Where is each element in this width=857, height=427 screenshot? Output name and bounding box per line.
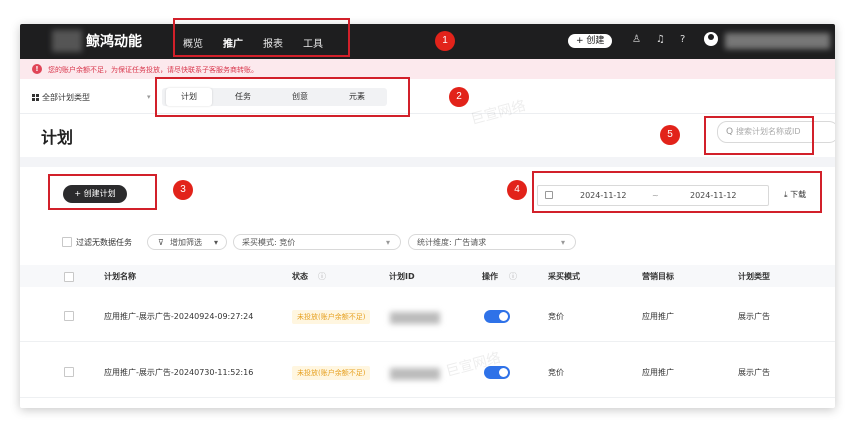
status-badge: 未投放(账户余额不足) [292, 366, 371, 380]
chevron-down-icon: ▾ [385, 238, 390, 247]
annotation-badge-5: 5 [660, 125, 680, 145]
filter-icon: ⊽ [158, 238, 164, 247]
col-plan-id[interactable]: 计划ID [389, 271, 415, 282]
page-title: 计划 [41, 128, 74, 147]
annotation-badge-2: 2 [449, 87, 469, 107]
caret-down-icon: ▾ [214, 238, 219, 247]
bulb-icon[interactable]: ♙ [632, 34, 641, 45]
chevron-down-icon: ▾ [560, 238, 565, 247]
highlight-box-nav [173, 18, 350, 57]
plan-id [390, 312, 440, 324]
annotation-badge-3: 3 [173, 180, 193, 200]
top-bar: 鲸鸿动能 概览 推广 报表 工具 + 创建 ♙ ♫ ? [20, 24, 835, 59]
select-all-checkbox[interactable] [64, 272, 74, 282]
account-name[interactable] [725, 33, 830, 49]
filter-no-data-checkbox[interactable] [62, 237, 72, 247]
bidding-label: 采买模式: 竞价 [242, 238, 296, 247]
plan-type: 展示广告 [738, 368, 770, 377]
highlight-box-create-plan [48, 174, 157, 210]
chevron-down-icon[interactable]: ▾ [147, 93, 151, 101]
marketing-goal: 应用推广 [642, 312, 674, 321]
table-row[interactable]: 应用推广-展示广告-20240730-11:52:16 未投放(账户余额不足) … [20, 347, 835, 398]
filter-bar: 过滤无数据任务 ⊽ 增加筛选 ▾ 采买模式: 竞价 ▾ 统计维度: 广告请求 ▾ [20, 234, 835, 252]
bell-icon[interactable]: ♫ [656, 34, 665, 45]
stat-dimension-select[interactable]: 统计维度: 广告请求 ▾ [408, 234, 576, 250]
row-checkbox[interactable] [64, 367, 74, 377]
grid-icon [32, 94, 39, 101]
marketing-goal: 应用推广 [642, 368, 674, 377]
table-header: 计划名称 状态 ⓘ 计划ID 操作 ⓘ 采买模式 营销目标 计划类型 [20, 265, 835, 287]
col-action[interactable]: 操作 [482, 271, 498, 282]
plan-name[interactable]: 应用推广-展示广告-20240730-11:52:16 [104, 367, 253, 378]
user-icon[interactable] [704, 32, 718, 46]
highlight-box-date [532, 171, 822, 213]
balance-alert: ! 您的账户余额不足，为保证任务投放，请尽快联系子客服务商转账。 [20, 59, 835, 79]
plan-name[interactable]: 应用推广-展示广告-20240924-09:27:24 [104, 311, 253, 322]
divider [20, 113, 835, 114]
highlight-box-search [704, 116, 814, 155]
plan-type: 展示广告 [738, 312, 770, 321]
annotation-badge-1: 1 [435, 31, 455, 51]
bidding-mode: 竞价 [548, 312, 564, 321]
status-help-icon[interactable]: ⓘ [318, 271, 326, 282]
plan-type-label: 全部计划类型 [42, 93, 90, 102]
alert-text: 您的账户余额不足，为保证任务投放，请尽快联系子客服务商转账。 [48, 66, 258, 74]
logo [52, 30, 82, 52]
warning-icon: ! [32, 64, 42, 74]
filter-no-data-label: 过滤无数据任务 [76, 238, 132, 247]
brand-name: 鲸鸿动能 [86, 34, 142, 50]
enable-toggle[interactable] [484, 310, 510, 323]
col-plan-name[interactable]: 计划名称 [104, 271, 136, 282]
stat-dimension-label: 统计维度: 广告请求 [417, 238, 487, 247]
row-checkbox[interactable] [64, 311, 74, 321]
create-button[interactable]: + 创建 [568, 34, 613, 48]
plan-id [390, 368, 440, 380]
app-window: 鲸鸿动能 概览 推广 报表 工具 + 创建 ♙ ♫ ? ! 您的账户余额不足，为… [20, 24, 835, 408]
section-gap [20, 157, 835, 167]
highlight-box-tabs [155, 77, 410, 117]
watermark: 巨宣网络 [469, 97, 528, 128]
help-icon[interactable]: ? [680, 34, 685, 45]
plan-type-selector[interactable]: 全部计划类型 [32, 92, 90, 103]
col-plan-type[interactable]: 计划类型 [738, 271, 770, 282]
table-row[interactable]: 应用推广-展示广告-20240924-09:27:24 未投放(账户余额不足) … [20, 291, 835, 342]
col-goal[interactable]: 营销目标 [642, 271, 674, 282]
bidding-select[interactable]: 采买模式: 竞价 ▾ [233, 234, 401, 250]
add-filter-label: 增加筛选 [170, 238, 202, 247]
bidding-mode: 竞价 [548, 368, 564, 377]
annotation-badge-4: 4 [507, 180, 527, 200]
col-status[interactable]: 状态 [292, 271, 308, 282]
add-filter-button[interactable]: ⊽ 增加筛选 ▾ [147, 234, 227, 250]
action-help-icon[interactable]: ⓘ [509, 271, 517, 282]
status-badge: 未投放(账户余额不足) [292, 310, 371, 324]
col-bidding[interactable]: 采买模式 [548, 271, 580, 282]
